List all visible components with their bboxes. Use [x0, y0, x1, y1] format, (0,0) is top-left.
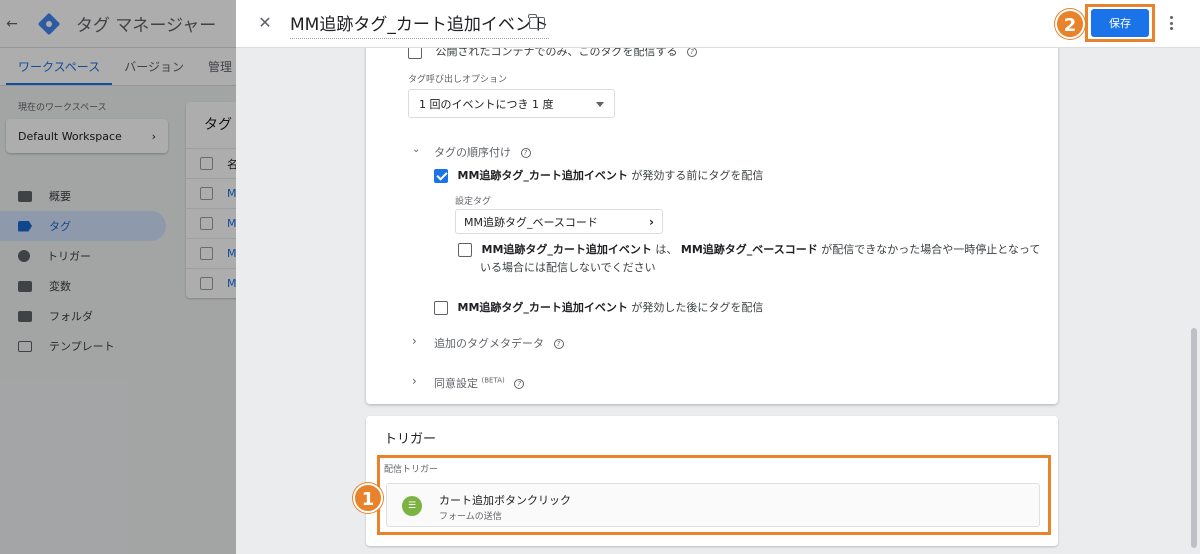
- help-icon[interactable]: ?: [514, 379, 525, 389]
- consent-settings-header[interactable]: 同意設定 (BETA) ?: [434, 375, 525, 391]
- tag-sequencing-label: タグの順序付け: [434, 146, 511, 159]
- tag-sequencing-header[interactable]: タグの順序付け ?: [434, 144, 531, 160]
- tag-configuration-card: 公開されたコンテナでのみ、このタグを配信する ? タグ呼び出しオプション 1 回…: [366, 40, 1058, 404]
- more-options-icon[interactable]: [1170, 16, 1174, 30]
- dont-fire-checkbox[interactable]: [458, 243, 472, 257]
- help-icon[interactable]: ?: [687, 47, 697, 57]
- dont-fire-mid: は、: [655, 243, 678, 256]
- firing-option-label: タグ呼び出しオプション: [408, 75, 508, 85]
- step-badge-1: 1: [353, 483, 383, 513]
- setup-tag-checkbox[interactable]: [434, 169, 448, 183]
- consent-settings-label: 同意設定: [434, 377, 478, 390]
- help-icon[interactable]: ?: [553, 339, 564, 349]
- dont-fire-tag-1: MM追跡タグ_カート追加イベント: [481, 243, 652, 256]
- cleanup-tag-option[interactable]: MM追跡タグ_カート追加イベント が発効した後にタグを配信: [434, 299, 763, 315]
- dont-fire-tag-2: MM追跡タグ_ベースコード: [680, 243, 818, 256]
- modal-backdrop: [0, 0, 236, 554]
- close-icon[interactable]: ✕: [256, 14, 274, 32]
- setup-tag-label: 設定タグ: [455, 197, 492, 207]
- cleanup-tag-checkbox[interactable]: [434, 301, 448, 315]
- setup-tag-suffix: が発効する前にタグを配信: [631, 169, 764, 182]
- setup-tag-name: MM追跡タグ_カート追加イベント: [457, 169, 628, 182]
- dont-fire-line-2: いる場合には配信しないでください: [480, 261, 656, 274]
- beta-tag: (BETA): [481, 376, 505, 385]
- setup-tag-select[interactable]: MM追跡タグ_ベースコード ›: [455, 209, 663, 234]
- dont-fire-option[interactable]: MM追跡タグ_カート追加イベント は、 MM追跡タグ_ベースコード が配信できな…: [458, 241, 1040, 257]
- tag-name-field[interactable]: MM追跡タグ_カート追加イベント: [290, 10, 549, 39]
- additional-metadata-label: 追加のタグメタデータ: [434, 337, 544, 350]
- step-badge-2: 2: [1055, 9, 1085, 39]
- trigger-section-title: トリガー: [384, 432, 437, 447]
- chevron-right-icon[interactable]: ›: [412, 374, 417, 388]
- chevron-down-icon[interactable]: ⌄: [412, 144, 420, 155]
- setup-tag-value: MM追跡タグ_ベースコード: [464, 215, 598, 229]
- trigger-highlight-box: [377, 455, 1051, 535]
- dont-fire-suffix: が配信できなかった場合や一時停止となって: [821, 243, 1041, 256]
- firing-option-select[interactable]: 1 回のイベントにつき 1 度: [408, 89, 615, 118]
- chevron-right-icon: ›: [649, 215, 654, 229]
- chevron-right-icon[interactable]: ›: [412, 334, 417, 348]
- folder-icon[interactable]: [528, 14, 545, 29]
- cleanup-tag-suffix: が発効した後にタグを配信: [631, 301, 764, 314]
- scrollbar[interactable]: [1191, 328, 1197, 548]
- dropdown-arrow-icon: [596, 102, 604, 107]
- firing-option-value: 1 回のイベントにつき 1 度: [419, 97, 554, 111]
- help-icon[interactable]: ?: [520, 148, 531, 158]
- cleanup-tag-name: MM追跡タグ_カート追加イベント: [457, 301, 628, 314]
- additional-metadata-header[interactable]: 追加のタグメタデータ ?: [434, 335, 564, 351]
- save-highlight-box: [1085, 4, 1155, 42]
- setup-tag-option[interactable]: MM追跡タグ_カート追加イベント が発効する前にタグを配信: [434, 167, 763, 183]
